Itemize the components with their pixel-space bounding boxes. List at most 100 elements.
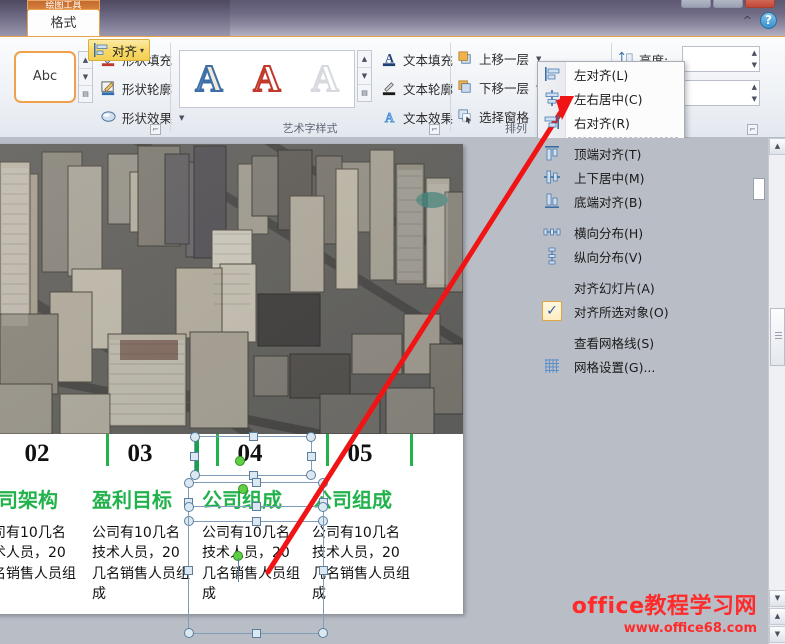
resize-handle-e[interactable] [319,566,328,575]
resize-handle-e[interactable] [307,452,316,461]
slide-column[interactable]: 02 公司架构 公司有10几名技术人员，20几名销售人员组成 [0,440,80,604]
shape-effects-label: 形状效果 [122,108,172,127]
rotation-handle[interactable] [238,484,248,494]
align-left-icon [543,65,561,83]
gallery-scroll-up-button[interactable]: ▲ [358,51,371,68]
resize-handle-se[interactable] [318,628,328,638]
slide-canvas[interactable]: 02 公司架构 公司有10几名技术人员，20几名销售人员组成 03 盈利目标 公… [0,144,463,614]
menu-item-align-to-slide[interactable]: 对齐幻灯片(A) [538,275,684,299]
send-backward-label: 下移一层 [479,78,529,97]
shape-effects-icon [100,109,117,126]
slide-background-photo[interactable] [0,144,463,434]
gallery-more-button[interactable]: ▤ [358,85,371,101]
menu-separator [568,271,678,272]
powerpoint-window: 绘图工具 格式 ^ ? Abc ▲ ▼ ▤ [0,0,785,644]
menu-item-label: 对齐幻灯片(A) [574,278,655,297]
resize-handle-s[interactable] [252,629,261,638]
menu-item-distribute-horizontal[interactable]: 横向分布(H) [538,220,684,244]
align-dropdown-menu: 左对齐(L) 左右居中(C) 右对齐(R) [537,61,685,379]
slide-column[interactable]: 03 盈利目标 公司有10几名技术人员，20几名销售人员组成 [86,440,194,604]
scroll-up-button[interactable]: ▲ [769,138,785,155]
menu-item-align-middle-vertical[interactable]: 上下居中(M) [538,165,684,189]
menu-item-align-left[interactable]: 左对齐(L) [538,62,684,86]
shape-style-preview[interactable]: Abc [14,51,76,103]
wordart-sample-2[interactable]: A [253,60,280,98]
resize-handle-n[interactable] [252,502,261,511]
selection-box-number[interactable] [194,436,312,476]
resize-handle-n[interactable] [249,432,258,441]
send-backward-button[interactable]: 下移一层 ▼ [457,78,541,97]
resize-handle-ne[interactable] [318,478,328,488]
resize-handle-w[interactable] [184,566,193,575]
column-title[interactable]: 盈利目标 [86,484,194,513]
bring-forward-icon [457,50,474,67]
menu-item-align-top[interactable]: 顶端对齐(T) [538,141,684,165]
gallery-scroll-down-button[interactable]: ▼ [79,69,92,86]
tab-format[interactable]: 格式 [27,9,100,37]
shape-styles-dialog-launcher[interactable]: ⌐ [150,124,161,135]
resize-handle-w[interactable] [190,452,199,461]
gallery-more-button[interactable]: ▤ [79,86,92,102]
resize-handle-se[interactable] [306,470,316,480]
bring-forward-button[interactable]: 上移一层 ▼ [457,49,541,68]
width-spin-up[interactable]: ▲ [752,83,757,91]
group-title-wordart: 艺术字样式 [171,120,449,136]
height-input[interactable]: ▲ ▼ [682,46,760,72]
gallery-scroll-down-button[interactable]: ▼ [358,68,371,85]
wordart-gallery[interactable]: A A A [179,50,355,108]
resize-handle-sw[interactable] [184,628,194,638]
collapse-ribbon-icon[interactable]: ^ [743,14,752,27]
close-button[interactable] [745,0,775,8]
width-spin-down[interactable]: ▼ [752,95,757,103]
ribbon-help-row: ^ ? [743,12,777,29]
checkmark-icon: ✓ [542,301,562,321]
size-dialog-launcher[interactable]: ⌐ [747,124,758,135]
watermark: office教程学习网 www.office68.com [572,588,757,636]
scrollbar-thumb[interactable] [770,308,785,366]
distribute-horizontal-icon [543,223,561,241]
maximize-button[interactable] [713,0,743,8]
previous-slide-button[interactable]: ▲ [769,608,785,625]
column-number[interactable]: 02 [0,440,80,468]
rotation-handle[interactable] [235,456,245,466]
grid-settings-icon [543,357,561,375]
vertical-scrollbar[interactable]: ▲ ▼ ▲ ▼ [768,138,785,644]
resize-handle-ne[interactable] [318,502,328,512]
menu-item-view-gridlines[interactable]: 查看网格线(S) [538,330,684,354]
column-body[interactable]: 公司有10几名技术人员，20几名销售人员组成 [86,523,190,604]
resize-handle-n[interactable] [252,478,261,487]
resize-handle-nw[interactable] [184,478,194,488]
help-icon[interactable]: ? [760,12,777,29]
menu-item-align-center-horizontal[interactable]: 左右居中(C) [538,86,684,110]
next-slide-button[interactable]: ▼ [769,626,785,643]
minimize-button[interactable] [681,0,711,8]
slide-work-area[interactable]: 02 公司架构 公司有10几名技术人员，20几名销售人员组成 03 盈利目标 公… [0,138,785,644]
menu-item-distribute-vertical[interactable]: 纵向分布(V) [538,244,684,268]
width-input[interactable]: ▲ ▼ [682,80,760,106]
menu-item-align-right[interactable]: 右对齐(R) [538,110,684,134]
tab-format-label: 格式 [28,10,99,37]
wordart-sample-1[interactable]: A [195,60,222,98]
menu-separator [568,137,678,138]
wordart-sample-3[interactable]: A [311,60,338,98]
scroll-down-button[interactable]: ▼ [769,590,785,607]
menu-item-align-bottom[interactable]: 底端对齐(B) [538,189,684,213]
column-title[interactable]: 公司架构 [0,484,80,513]
align-top-icon [543,144,561,162]
selection-box-body[interactable] [188,506,324,634]
align-center-horizontal-icon [543,89,561,107]
column-number[interactable]: 03 [86,440,194,468]
align-bottom-icon [543,192,561,210]
column-number[interactable]: 05 [306,440,414,468]
resize-handle-nw[interactable] [190,432,200,442]
height-spin-up[interactable]: ▲ [752,49,757,57]
resize-handle-ne[interactable] [306,432,316,442]
align-button[interactable]: 对齐 ▾ [88,39,150,61]
menu-item-align-selected-objects[interactable]: ✓ 对齐所选对象(O) [538,299,684,323]
chevron-down-icon[interactable]: ▾ [140,46,144,55]
height-spin-down[interactable]: ▼ [752,61,757,69]
menu-item-grid-settings[interactable]: 网格设置(G)... [538,354,684,378]
column-body[interactable]: 公司有10几名技术人员，20几名销售人员组成 [0,523,76,604]
menu-item-label: 左右居中(C) [574,89,642,108]
resize-handle-nw[interactable] [184,502,194,512]
